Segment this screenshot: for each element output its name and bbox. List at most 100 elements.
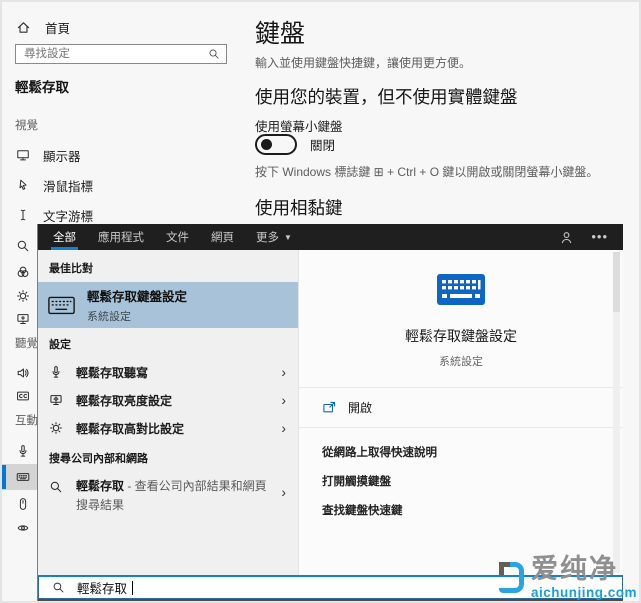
brightness-icon <box>49 393 63 407</box>
feedback-person-icon[interactable] <box>559 230 574 245</box>
settings-results: 輕鬆存取聽寫 › 輕鬆存取亮度設定 › 輕鬆存取高對比設定 › <box>38 358 298 442</box>
flyout-bottom-edge <box>38 599 623 603</box>
search-icon <box>52 581 65 594</box>
result-label: 輕鬆存取高對比設定 <box>76 420 268 437</box>
narrator-icon <box>16 312 30 326</box>
preview-link[interactable]: 查找鍵盤快速鍵 <box>322 502 623 518</box>
search-result-setting[interactable]: 輕鬆存取高對比設定 › <box>38 414 298 442</box>
search-flyout-header: 全部 應用程式 文件 網頁更多▼ ••• <box>38 224 623 250</box>
color-filter-icon <box>16 265 30 279</box>
search-result-setting[interactable]: 輕鬆存取聽寫 › <box>38 358 298 386</box>
nav-section-vision: 視覺 <box>15 117 38 133</box>
pointer-icon <box>16 178 30 192</box>
result-label: 輕鬆存取亮度設定 <box>76 392 268 409</box>
nav-section-interaction: 互動 <box>15 412 38 428</box>
osk-toggle-state: 關閉 <box>310 135 335 154</box>
search-input-value: 輕鬆存取 <box>77 578 127 597</box>
search-icon <box>208 48 220 60</box>
watermark-url: aichunjing.com <box>531 586 637 600</box>
search-tab-網頁[interactable]: 網頁 <box>200 224 245 250</box>
search-tab-文件[interactable]: 文件 <box>155 224 200 250</box>
nav-section-hearing: 聽覺 <box>15 335 38 351</box>
open-action[interactable]: 開啟 <box>299 388 623 428</box>
chevron-right-icon: › <box>281 393 286 407</box>
selected-accent-bar <box>2 465 6 489</box>
web-query: 輕鬆存取 <box>76 479 124 493</box>
preview-links: 從網路上取得快速說明打開觸摸鍵盤查找鍵盤快速鍵 <box>299 428 623 518</box>
audio-icon <box>16 366 30 380</box>
preview-scrollbar[interactable] <box>613 252 620 573</box>
settings-search-box[interactable] <box>15 44 227 64</box>
sidebar-item-home[interactable]: 首頁 <box>16 18 70 37</box>
keyboard-outline-icon <box>48 296 75 315</box>
screen: 首頁 輕鬆存取 視覺顯示器滑鼠指標文字游標聽覺互動 鍵盤 輸入並使用鍵盤快捷鍵，… <box>0 0 641 603</box>
preview-subtitle: 系統設定 <box>299 353 623 369</box>
sidebar-item-label: 滑鼠指標 <box>43 176 93 195</box>
contrast-icon <box>16 289 30 303</box>
preview-title: 輕鬆存取鍵盤設定 <box>299 326 623 346</box>
home-label: 首頁 <box>45 18 70 37</box>
preview-link[interactable]: 打開觸摸鍵盤 <box>322 473 623 489</box>
best-match-title: 輕鬆存取鍵盤設定 <box>87 286 187 305</box>
best-match-subtitle: 系統設定 <box>87 308 187 324</box>
eye-icon <box>16 521 30 535</box>
mic-icon <box>49 365 63 379</box>
dropdown-arrow-icon: ▼ <box>284 233 292 242</box>
section-title-device: 使用您的裝置，但不使用實體鍵盤 <box>255 84 518 109</box>
shortcut-hint: 按下 Windows 標誌鍵 ⊞ + Ctrl + O 鍵以開啟或關閉螢幕小鍵盤… <box>255 163 598 180</box>
open-label: 開啟 <box>348 399 372 416</box>
section-title-sticky: 使用相黏鍵 <box>255 195 343 220</box>
web-search-result[interactable]: 輕鬆存取 - 查看公司內部結果和網頁搜尋結果 › <box>38 472 298 518</box>
sidebar-page-title: 輕鬆存取 <box>15 76 69 96</box>
tab-label: 全部 <box>53 229 76 245</box>
search-result-setting[interactable]: 輕鬆存取亮度設定 › <box>38 386 298 414</box>
mic-icon <box>16 444 30 458</box>
preview-link[interactable]: 從網路上取得快速說明 <box>322 444 623 460</box>
search-flyout: 全部應用程式文件網頁更多▼ ••• 最佳比對 輕鬆存取鍵盤設定 系統設定 設定 … <box>37 224 623 603</box>
search-tab-更多[interactable]: 更多▼ <box>245 224 303 250</box>
chevron-right-icon: › <box>281 365 286 379</box>
site-watermark: 爱纯净 aichunjing.com <box>499 556 637 600</box>
tab-label: 應用程式 <box>98 229 144 245</box>
sidebar-item-mouse-pointer[interactable]: 滑鼠指標 <box>2 172 242 198</box>
ellipsis-menu-icon[interactable]: ••• <box>591 232 608 242</box>
sidebar-item-display[interactable]: 顯示器 <box>2 142 242 168</box>
mouse-icon <box>16 497 30 511</box>
home-icon <box>16 20 31 35</box>
osk-toggle[interactable] <box>255 134 297 155</box>
search-preview-panel: 輕鬆存取鍵盤設定 系統設定 開啟 從網路上取得快速說明打開觸摸鍵盤查找鍵盤快速鍵 <box>298 250 623 575</box>
watermark-logo-icon <box>499 562 524 593</box>
scrollbar-thumb <box>613 252 620 312</box>
best-match-header: 最佳比對 <box>38 252 298 282</box>
open-window-icon <box>322 400 337 415</box>
chevron-right-icon: › <box>281 485 286 499</box>
search-tab-全部[interactable]: 全部 <box>42 224 87 250</box>
keyboard-blue-icon <box>437 274 485 305</box>
watermark-name: 爱纯净 <box>531 556 637 583</box>
page-subtitle: 輸入並使用鍵盤快捷鍵，讓使用更方便。 <box>255 54 471 71</box>
monitor-icon <box>16 148 30 162</box>
text-caret <box>132 581 133 595</box>
search-tab-應用程式[interactable]: 應用程式 <box>87 224 155 250</box>
page-title: 鍵盤 <box>255 14 305 50</box>
web-group-header: 搜尋公司內部和網路 <box>38 442 298 472</box>
chevron-right-icon: › <box>281 421 286 435</box>
settings-search-input[interactable] <box>22 47 202 61</box>
tab-label: 文件 <box>166 229 189 245</box>
preview-hero: 輕鬆存取鍵盤設定 系統設定 <box>299 250 623 388</box>
search-results-panel: 最佳比對 輕鬆存取鍵盤設定 系統設定 設定 輕鬆存取聽寫›輕鬆存取亮度設定›輕鬆… <box>38 250 298 575</box>
best-match-result[interactable]: 輕鬆存取鍵盤設定 系統設定 <box>38 282 298 328</box>
toggle-knob-icon <box>261 139 272 150</box>
osk-toggle-label: 使用螢幕小鍵盤 <box>255 116 343 135</box>
sidebar-item-label: 文字游標 <box>43 206 93 225</box>
tab-label: 網頁 <box>211 229 234 245</box>
search-icon <box>49 480 63 494</box>
cc-icon <box>16 389 30 403</box>
magnifier-icon <box>16 239 30 253</box>
sidebar-item-label: 顯示器 <box>43 146 81 165</box>
result-label: 輕鬆存取聽寫 <box>76 364 268 381</box>
keyboard-icon <box>16 470 30 484</box>
contrast-icon <box>49 421 63 435</box>
search-tabs: 全部 應用程式 文件 網頁更多▼ <box>42 224 303 250</box>
text-cursor-icon <box>16 208 30 222</box>
